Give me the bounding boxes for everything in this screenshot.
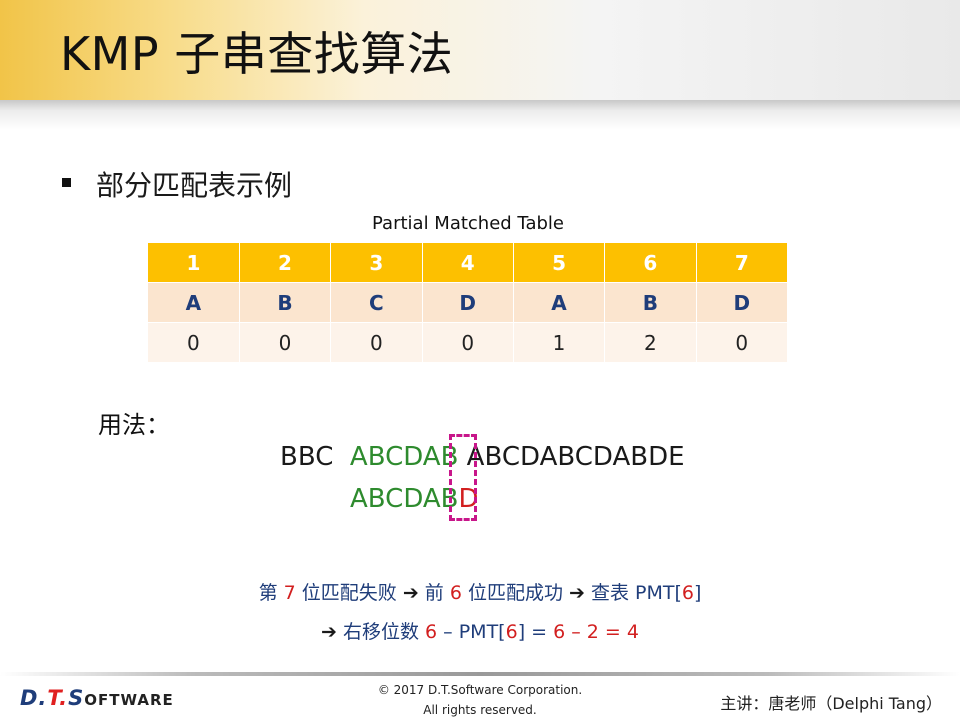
explain-text: ] <box>693 582 702 604</box>
partial-match-table: 1 2 3 4 5 6 7 A B C D A B D 0 0 0 0 1 2 … <box>148 243 789 362</box>
pattern-matched: ABCDAB <box>350 484 459 514</box>
table-header-cell: 7 <box>696 243 789 283</box>
explain-text: 位匹配失败 <box>295 582 403 604</box>
table-cell: D <box>696 282 789 323</box>
explain-number: 6 <box>505 621 518 643</box>
table-cell: 0 <box>422 322 514 362</box>
table-cell: 0 <box>148 322 240 362</box>
explain-text: 位匹配成功 <box>461 582 570 604</box>
table-caption: Partial Matched Table <box>372 213 564 234</box>
explain-number: 6 <box>425 621 438 643</box>
explain-text: ] = <box>517 621 554 643</box>
explanation-line-1: 第 7 位匹配失败 ➔ 前 6 位匹配成功 ➔ 查表 PMT[6] <box>0 578 960 605</box>
arrow-icon: ➔ <box>569 582 585 604</box>
explain-number: 7 <box>283 582 296 604</box>
usage-label: 用法： <box>98 411 170 439</box>
explain-number: 6 <box>681 582 694 604</box>
footer-divider <box>0 672 960 676</box>
arrow-icon: ➔ <box>402 582 419 604</box>
table-cell: A <box>148 282 240 323</box>
table-cell: C <box>330 282 423 323</box>
table-cell: 1 <box>513 322 606 362</box>
explain-result: 6 – 2 = 4 <box>553 621 639 643</box>
mismatch-highlight-box <box>449 434 477 521</box>
slide-title: KMP 子串查找算法 <box>60 27 454 81</box>
table-cell: A <box>513 282 606 323</box>
explain-text: 第 <box>258 582 284 604</box>
table-cell: D <box>422 282 514 323</box>
table-row-chars: A B C D A B D <box>148 282 789 323</box>
explain-text: 前 <box>418 582 450 604</box>
arrow-icon: ➔ <box>321 621 337 643</box>
explain-text: 查表 PMT[ <box>584 582 682 604</box>
table-header-cell: 3 <box>330 243 423 283</box>
table-header-cell: 2 <box>239 243 332 283</box>
bullet-marker <box>62 178 71 187</box>
text-rest: ABCDABCDABDE <box>458 442 685 472</box>
table-header-cell: 6 <box>604 243 697 283</box>
slide-subtitle: 部分匹配表示例 <box>96 169 293 202</box>
lecturer-credit: 主讲：唐老师（Delphi Tang） <box>720 694 942 713</box>
table-cell: 2 <box>604 322 697 362</box>
explain-number: 6 <box>449 582 462 604</box>
table-cell: B <box>239 282 332 323</box>
table-cell: 0 <box>239 322 332 362</box>
table-header-cell: 1 <box>148 243 240 283</box>
table-header-cell: 5 <box>513 243 606 283</box>
table-cell: 0 <box>330 322 423 362</box>
text-prefix: BBC <box>280 442 334 472</box>
explanation-line-2: ➔ 右移位数 6 – PMT[6] = 6 – 2 = 4 <box>0 617 960 644</box>
explain-text: – PMT[ <box>437 621 506 643</box>
table-row-values: 0 0 0 0 1 2 0 <box>148 322 789 362</box>
table-cell: 0 <box>696 322 789 362</box>
text-string-line: BBC ABCDAB ABCDABCDABDE <box>280 442 685 472</box>
text-matched: ABCDAB <box>349 442 459 472</box>
explain-text: 右移位数 <box>336 621 426 643</box>
table-header-cell: 4 <box>422 243 514 283</box>
table-cell: B <box>604 282 697 323</box>
table-header-row: 1 2 3 4 5 6 7 <box>148 243 789 283</box>
